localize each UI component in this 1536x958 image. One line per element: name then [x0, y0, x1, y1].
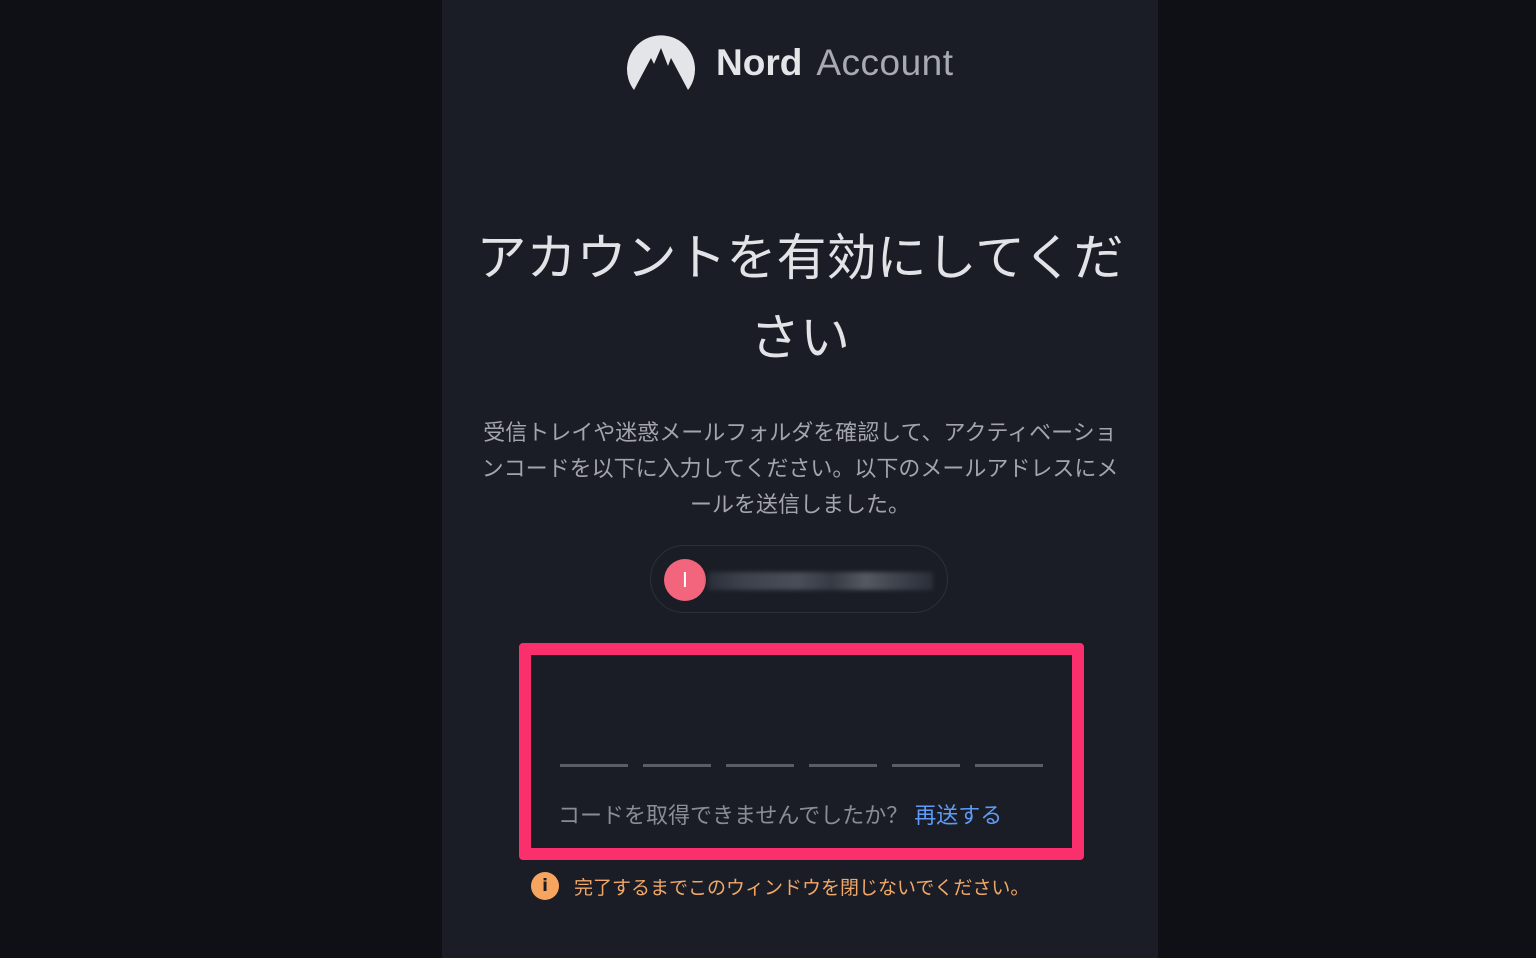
- avatar: I: [664, 559, 706, 601]
- nord-logo: [626, 34, 696, 94]
- code-digit-3[interactable]: [726, 764, 794, 767]
- brand-title: Nord Account: [716, 42, 954, 84]
- instructions-text: 受信トレイや迷惑メールフォルダを確認して、アクティベーションコードを以下に入力し…: [481, 421, 1119, 518]
- code-digit-4[interactable]: [809, 764, 877, 767]
- page-title: アカウントを有効にしてください: [476, 229, 1124, 367]
- info-icon: i: [531, 872, 559, 900]
- activation-code-input[interactable]: [560, 764, 1043, 767]
- code-digit-6[interactable]: [975, 764, 1043, 767]
- code-digit-2[interactable]: [643, 764, 711, 767]
- warning-text: 完了するまでこのウィンドウを閉じないでください。: [574, 876, 1030, 899]
- resend-link[interactable]: 再送する: [914, 804, 1002, 829]
- resend-prompt: コードを取得できませんでしたか？: [558, 804, 909, 829]
- brand-name: Nord: [716, 42, 803, 83]
- code-digit-1[interactable]: [560, 764, 628, 767]
- nord-mountain-icon: [627, 35, 695, 90]
- code-digit-5[interactable]: [892, 764, 960, 767]
- warning-notice: i 完了するまでこのウィンドウを閉じないでください。: [531, 872, 1029, 900]
- brand-product: Account: [816, 42, 954, 83]
- resend-row: コードを取得できませんでしたか？ 再送する: [558, 798, 1002, 830]
- email-address-blurred: [708, 572, 933, 590]
